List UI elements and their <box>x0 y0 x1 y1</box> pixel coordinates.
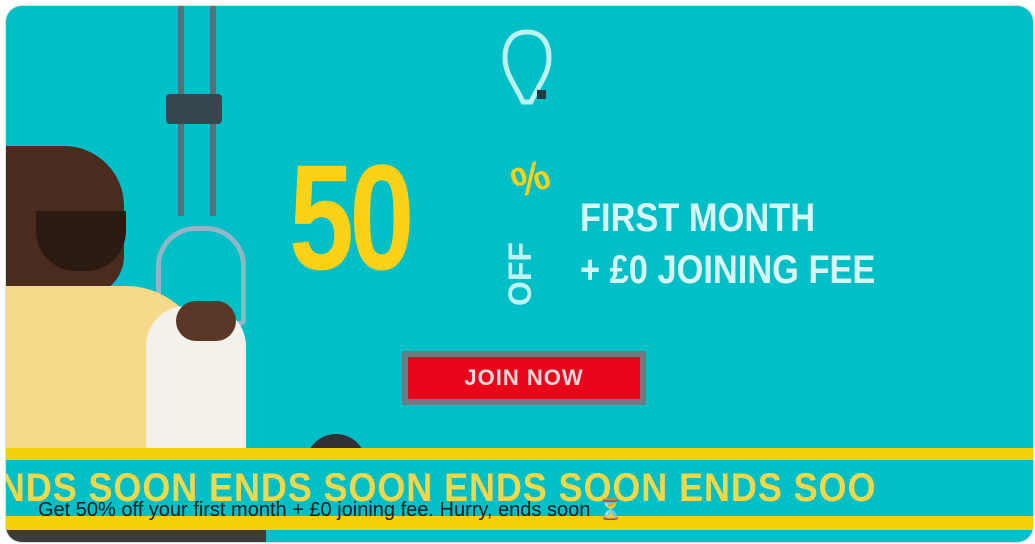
join-now-button-frame: JOIN NOW <box>402 351 646 405</box>
ad-caption: Get 50% off your first month + £0 joinin… <box>38 496 623 524</box>
brand-logo-icon <box>501 28 553 108</box>
hourglass-icon: ⏳ <box>598 499 624 521</box>
ad-card[interactable]: 50 % OFF FIRST MONTH + £0 JOINING FEE JO… <box>6 6 1033 542</box>
percent-sign: % <box>504 150 557 208</box>
discount-number: 50 <box>289 133 414 301</box>
off-label: OFF <box>502 242 538 306</box>
strap-buckle <box>166 94 222 124</box>
person-hand <box>176 301 236 341</box>
offer-line-first-month: FIRST MONTH <box>580 196 816 240</box>
caption-text: Get 50% off your first month + £0 joinin… <box>38 499 591 521</box>
join-now-button[interactable]: JOIN NOW <box>408 357 640 399</box>
offer-line-joining-fee: + £0 JOINING FEE <box>580 248 876 292</box>
